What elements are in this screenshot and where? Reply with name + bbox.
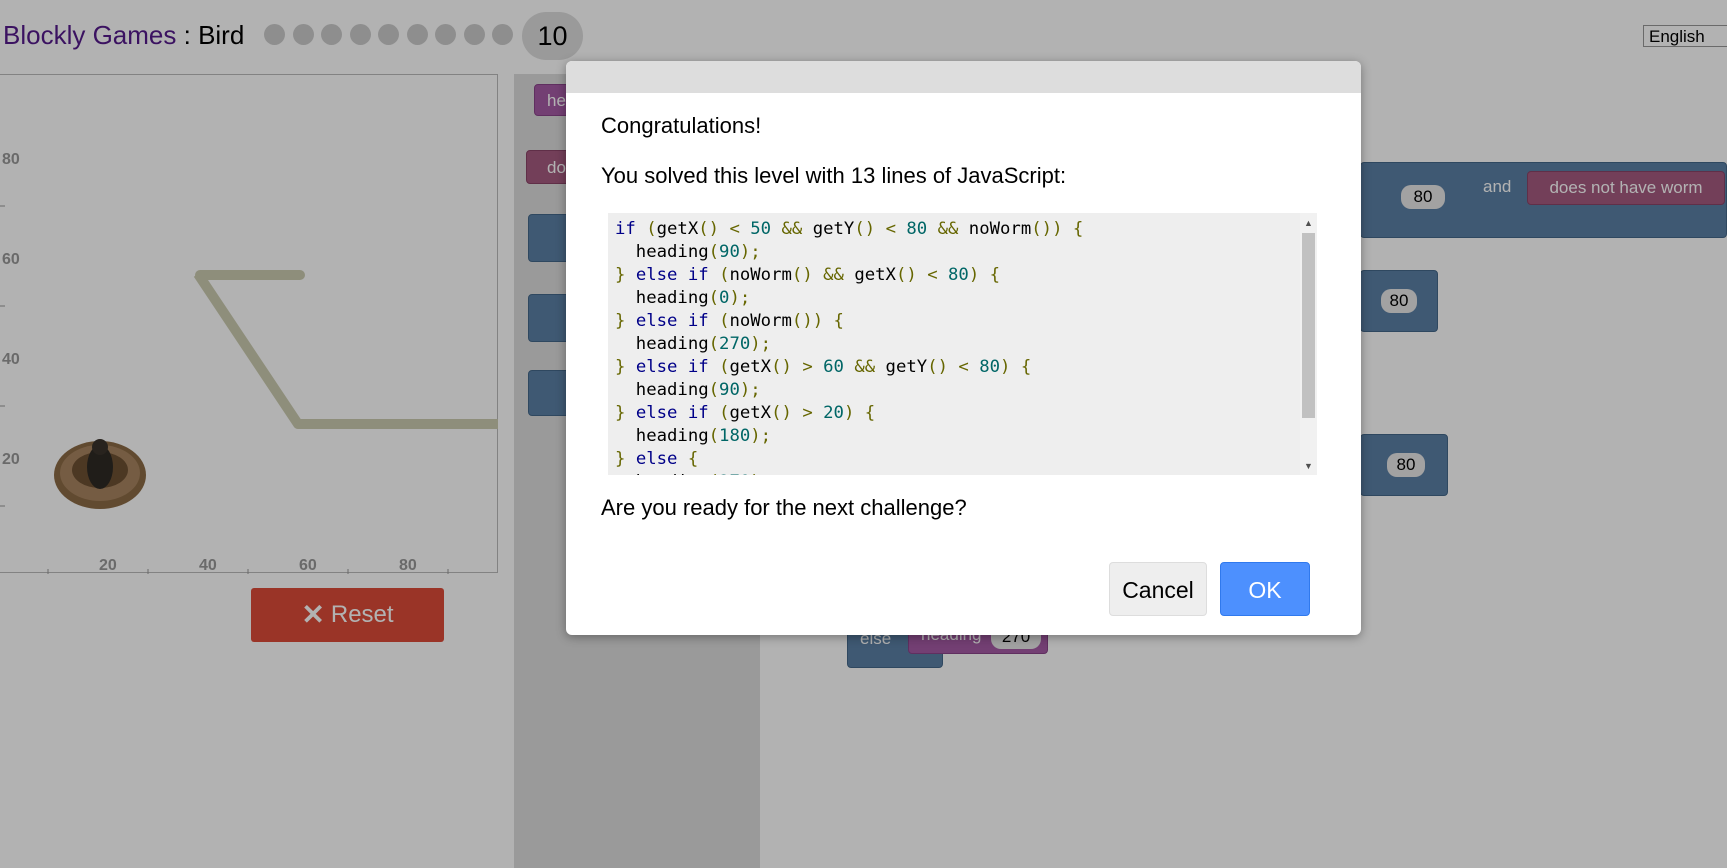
code-line: heading(180); [615, 426, 772, 446]
code-line: heading(0); [615, 288, 751, 308]
scrollbar-thumb[interactable] [1302, 233, 1315, 418]
code-viewer[interactable]: if (getX() < 50 && getY() < 80 && noWorm… [608, 213, 1317, 475]
code-line: } else { [615, 449, 699, 469]
code-scrollbar[interactable]: ▲ ▼ [1300, 213, 1317, 475]
cancel-button[interactable]: Cancel [1109, 562, 1207, 616]
code-line: heading(270); [615, 334, 772, 354]
congrats-heading: Congratulations! [601, 113, 762, 138]
code-listing: if (getX() < 50 && getY() < 80 && noWorm… [608, 213, 1317, 475]
code-line: } else if (noWorm()) { [615, 311, 844, 331]
dialog-titlebar[interactable] [566, 61, 1361, 93]
next-challenge-question: Are you ready for the next challenge? [601, 495, 967, 520]
ok-button[interactable]: OK [1220, 562, 1310, 616]
code-line: } else if (getX() > 60 && getY() < 80) { [615, 357, 1032, 377]
code-line: } else if (noWorm() && getX() < 80) { [615, 265, 1001, 285]
scroll-up-icon[interactable]: ▲ [1304, 218, 1313, 228]
code-line: } else if (getX() > 20) { [615, 403, 876, 423]
code-line: heading(90); [615, 242, 761, 262]
solved-message: You solved this level with 13 lines of J… [601, 163, 1067, 188]
scroll-down-icon[interactable]: ▼ [1304, 461, 1313, 471]
congrats-dialog: Congratulations! You solved this level w… [566, 61, 1361, 635]
code-line: heading(90); [615, 380, 761, 400]
code-line: heading(270); [615, 471, 1317, 475]
code-line: if (getX() < 50 && getY() < 80 && noWorm… [615, 219, 1084, 239]
